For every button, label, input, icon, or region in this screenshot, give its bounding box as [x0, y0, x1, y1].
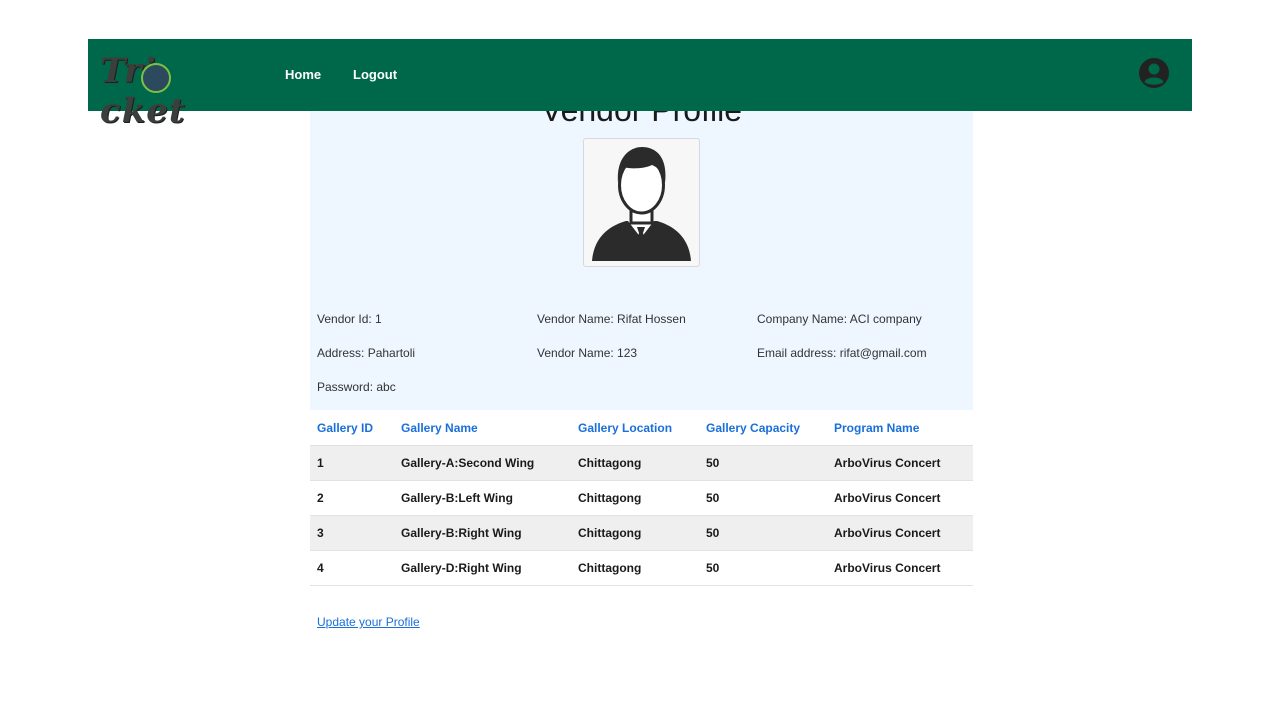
nav-home-link[interactable]: Home: [285, 67, 321, 82]
cell-gallery-capacity: 50: [699, 550, 827, 586]
gallery-table: Gallery ID Gallery Name Gallery Location…: [310, 410, 973, 586]
column-header-gallery-location: Gallery Location: [571, 410, 699, 446]
cell-program-name: ArboVirus Concert: [827, 445, 973, 481]
vendor-name-text: Vendor Name: Rifat Hossen: [537, 312, 686, 326]
cell-gallery-name: Gallery-A:Second Wing: [394, 445, 571, 481]
table-row: 1 Gallery-A:Second Wing Chittagong 50 Ar…: [310, 445, 973, 481]
table-row: 3 Gallery-B:Right Wing Chittagong 50 Arb…: [310, 515, 973, 551]
column-header-gallery-name: Gallery Name: [394, 410, 571, 446]
address-text: Address: Pahartoli: [317, 346, 416, 360]
cell-gallery-location: Chittagong: [571, 445, 699, 481]
businessman-avatar-icon: [592, 147, 691, 261]
table-header-row: Gallery ID Gallery Name Gallery Location…: [310, 410, 973, 446]
logo-ball-icon: [141, 63, 171, 93]
column-header-gallery-id: Gallery ID: [310, 410, 394, 446]
table-row: 2 Gallery-B:Left Wing Chittagong 50 Arbo…: [310, 480, 973, 516]
update-profile-link[interactable]: Update your Profile: [317, 615, 420, 629]
cell-gallery-name: Gallery-D:Right Wing: [394, 550, 571, 586]
cell-gallery-capacity: 50: [699, 515, 827, 551]
cell-gallery-id: 3: [310, 515, 394, 551]
cell-gallery-name: Gallery-B:Right Wing: [394, 515, 571, 551]
cell-gallery-capacity: 50: [699, 445, 827, 481]
cell-program-name: ArboVirus Concert: [827, 550, 973, 586]
password-text: Password: abc: [317, 380, 396, 394]
avatar: [583, 138, 700, 267]
cell-gallery-id: 2: [310, 480, 394, 516]
cell-gallery-id: 1: [310, 445, 394, 481]
cell-gallery-location: Chittagong: [571, 515, 699, 551]
cell-gallery-id: 4: [310, 550, 394, 586]
cell-program-name: ArboVirus Concert: [827, 480, 973, 516]
account-circle-icon[interactable]: [1138, 57, 1170, 89]
vendor-profile-panel: Vendor Profile Vendor Id: 1 Vendor Name:…: [310, 92, 973, 410]
company-name-text: Company Name: ACI company: [757, 312, 922, 326]
cell-gallery-capacity: 50: [699, 480, 827, 516]
column-header-program-name: Program Name: [827, 410, 973, 446]
vendor-id-text: Vendor Id: 1: [317, 312, 382, 326]
cell-gallery-location: Chittagong: [571, 480, 699, 516]
cell-program-name: ArboVirus Concert: [827, 515, 973, 551]
tricket-logo[interactable]: Tri cket: [100, 49, 220, 131]
nav-logout-link[interactable]: Logout: [353, 67, 397, 82]
column-header-gallery-capacity: Gallery Capacity: [699, 410, 827, 446]
email-address-text: Email address: rifat@gmail.com: [757, 346, 927, 360]
cell-gallery-location: Chittagong: [571, 550, 699, 586]
table-row: 4 Gallery-D:Right Wing Chittagong 50 Arb…: [310, 550, 973, 586]
navbar: Tri cket Home Logout: [88, 39, 1192, 131]
cell-gallery-name: Gallery-B:Left Wing: [394, 480, 571, 516]
vendor-name-secondary-text: Vendor Name: 123: [537, 346, 638, 360]
